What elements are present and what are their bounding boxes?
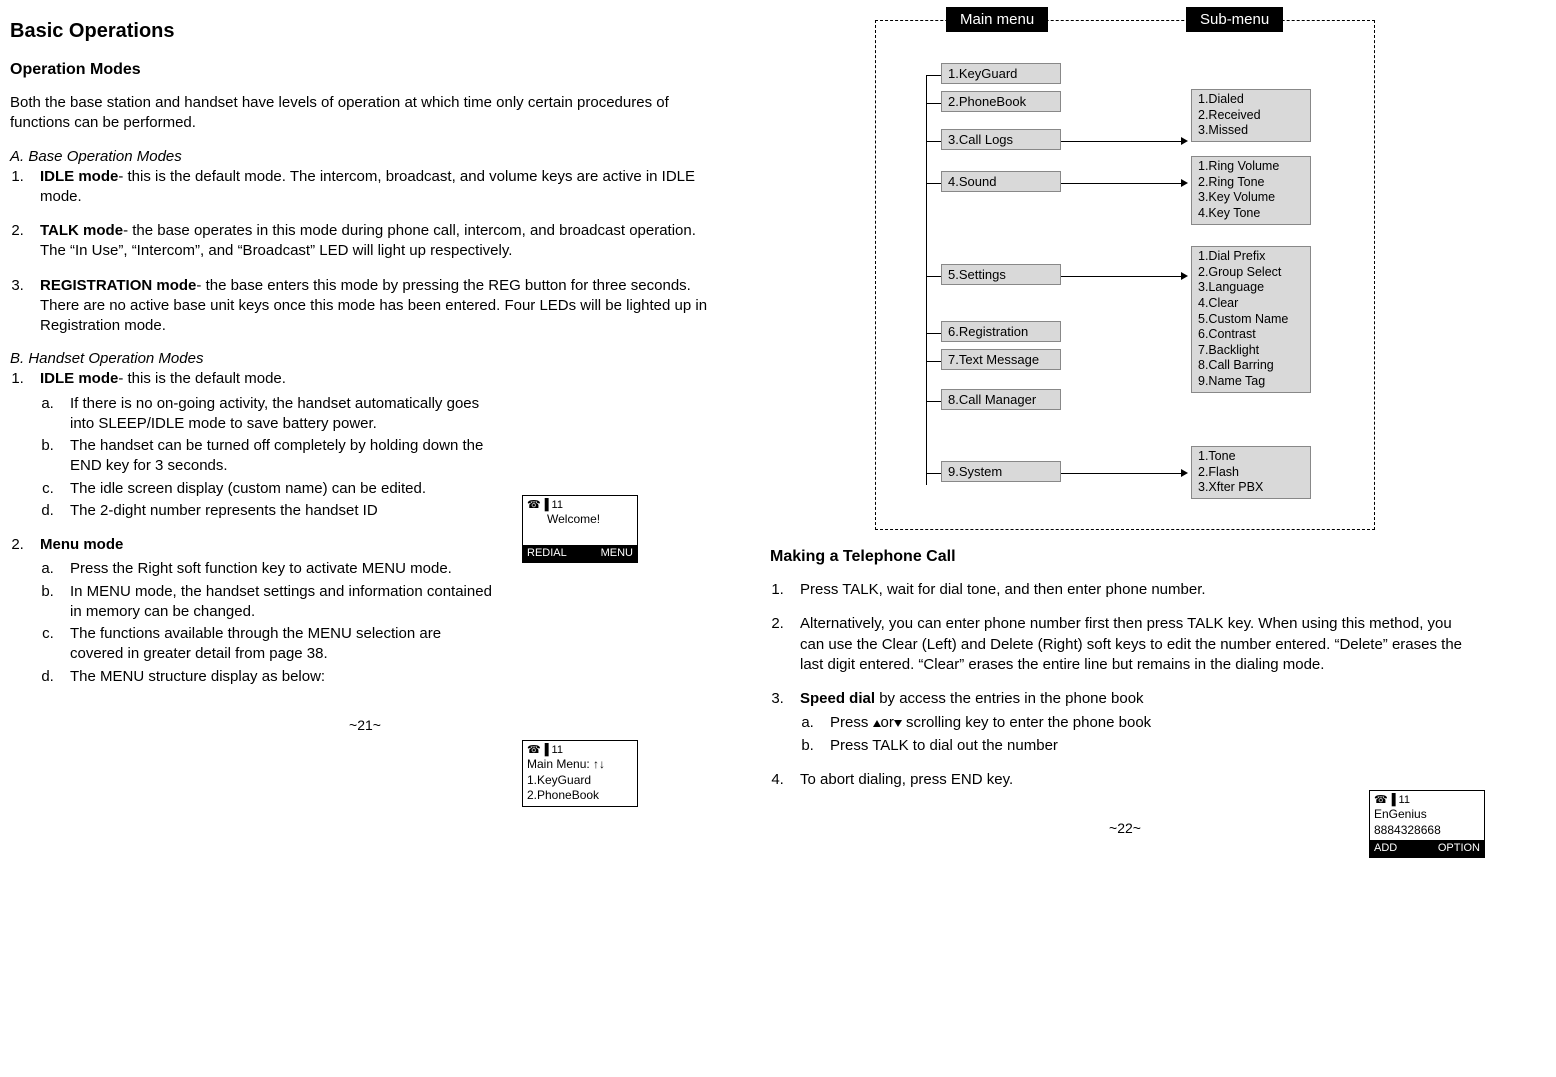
lcd-idle-softkey-left: REDIAL bbox=[527, 546, 567, 560]
conn-line bbox=[926, 361, 941, 362]
arrow-line bbox=[1061, 141, 1181, 142]
sub-system: 1.Tone 2.Flash 3.Xfter PBX bbox=[1191, 446, 1311, 499]
making-call-step3b: Press TALK to dial out the number bbox=[818, 736, 1248, 756]
lcd-idle-welcome: Welcome! bbox=[527, 512, 633, 528]
handset-idle-d: The 2-dight number represents the handse… bbox=[58, 501, 498, 521]
lcd-idle-softkey-right: MENU bbox=[601, 546, 633, 560]
arrowhead-icon bbox=[1181, 272, 1188, 280]
conn-line bbox=[926, 75, 941, 76]
conn-line bbox=[926, 103, 941, 104]
menu-structure-diagram: Main menu Sub-menu 1.KeyGuard 2.PhoneBoo… bbox=[875, 20, 1375, 530]
handset-idle-c: The idle screen display (custom name) ca… bbox=[58, 479, 498, 499]
handset-menu-b: In MENU mode, the handset settings and i… bbox=[58, 582, 498, 623]
conn-line bbox=[926, 473, 941, 474]
handset-idle-sublist: If there is no on-going activity, the ha… bbox=[58, 394, 498, 522]
page-number-21: ~21~ bbox=[10, 717, 720, 733]
arrowhead-icon bbox=[1181, 179, 1188, 187]
lcd-menu-screen: ☎▐ 11 Main Menu: ↑↓ 1.KeyGuard 2.PhoneBo… bbox=[522, 740, 638, 807]
sub-sound: 1.Ring Volume 2.Ring Tone 3.Key Volume 4… bbox=[1191, 156, 1311, 225]
section-heading-making-call: Making a Telephone Call bbox=[770, 548, 1480, 566]
handset-idle-a: If there is no on-going activity, the ha… bbox=[58, 394, 498, 435]
handset-menu-a: Press the Right soft function key to act… bbox=[58, 559, 498, 579]
main-item-system: 9.System bbox=[941, 461, 1061, 482]
making-call-step1: Press TALK, wait for dial tone, and then… bbox=[788, 580, 1480, 600]
conn-line bbox=[926, 183, 941, 184]
handset-menu-c: The functions available through the MENU… bbox=[58, 624, 498, 665]
making-call-step3: Speed dial by access the entries in the … bbox=[788, 689, 1480, 756]
base-mode-registration: REGISTRATION mode- the base enters this … bbox=[28, 276, 720, 337]
conn-line bbox=[926, 401, 941, 402]
main-item-keyguard: 1.KeyGuard bbox=[941, 63, 1061, 84]
making-call-list: Press TALK, wait for dial tone, and then… bbox=[788, 580, 1480, 790]
scroll-up-icon bbox=[873, 720, 881, 727]
handset-modes-heading: B. Handset Operation Modes bbox=[10, 350, 720, 367]
main-item-textmessage: 7.Text Message bbox=[941, 349, 1061, 370]
diagram-vline bbox=[926, 75, 927, 485]
sub-menu-tab: Sub-menu bbox=[1186, 7, 1283, 32]
page-22: Main menu Sub-menu 1.KeyGuard 2.PhoneBoo… bbox=[770, 20, 1480, 836]
handset-idle-b: The handset can be turned off completely… bbox=[58, 436, 498, 477]
lcd-menu-line3: 1.KeyGuard bbox=[527, 773, 633, 789]
lcd-idle-screen: ☎▐ 11 Welcome! REDIAL MENU bbox=[522, 495, 638, 563]
lcd-dial-screen: ☎▐ 11 EnGenius 8884328668 ADD OPTION bbox=[1369, 790, 1485, 858]
handset-menu-sublist: Press the Right soft function key to act… bbox=[58, 559, 498, 687]
page-21: Basic Operations Operation Modes Both th… bbox=[10, 20, 720, 836]
sub-settings: 1.Dial Prefix 2.Group Select 3.Language … bbox=[1191, 246, 1311, 393]
conn-line bbox=[926, 333, 941, 334]
main-item-registration: 6.Registration bbox=[941, 321, 1061, 342]
lcd-menu-title: Main Menu: ↑↓ bbox=[527, 757, 633, 773]
scroll-down-icon bbox=[894, 720, 902, 727]
page-title: Basic Operations bbox=[10, 20, 720, 43]
main-item-calllogs: 3.Call Logs bbox=[941, 129, 1061, 150]
lcd-dial-icons: ☎▐ 11 bbox=[1374, 793, 1480, 807]
main-item-callmanager: 8.Call Manager bbox=[941, 389, 1061, 410]
base-modes-heading: A. Base Operation Modes bbox=[10, 148, 720, 165]
lcd-dial-softkey-right: OPTION bbox=[1438, 841, 1480, 855]
base-modes-list: IDLE mode- this is the default mode. The… bbox=[28, 167, 720, 337]
making-call-step2: Alternatively, you can enter phone numbe… bbox=[788, 614, 1480, 675]
base-mode-idle: IDLE mode- this is the default mode. The… bbox=[28, 167, 720, 208]
lcd-idle-icons: ☎▐ 11 bbox=[527, 498, 633, 512]
lcd-dial-softkey-left: ADD bbox=[1374, 841, 1397, 855]
intro-paragraph: Both the base station and handset have l… bbox=[10, 93, 720, 134]
conn-line bbox=[926, 276, 941, 277]
main-menu-tab: Main menu bbox=[946, 7, 1048, 32]
lcd-dial-number: 8884328668 bbox=[1374, 823, 1480, 839]
main-item-phonebook: 2.PhoneBook bbox=[941, 91, 1061, 112]
sub-calllogs: 1.Dialed 2.Received 3.Missed bbox=[1191, 89, 1311, 142]
section-heading-operation-modes: Operation Modes bbox=[10, 61, 720, 79]
conn-line bbox=[926, 141, 941, 142]
base-mode-talk: TALK mode- the base operates in this mod… bbox=[28, 221, 720, 262]
arrowhead-icon bbox=[1181, 469, 1188, 477]
making-call-step4: To abort dialing, press END key. bbox=[788, 770, 1480, 790]
arrow-line bbox=[1061, 183, 1181, 184]
arrow-line bbox=[1061, 276, 1181, 277]
handset-menu-d: The MENU structure display as below: bbox=[58, 667, 498, 687]
lcd-menu-line4: 2.PhoneBook bbox=[527, 788, 633, 804]
main-item-settings: 5.Settings bbox=[941, 264, 1061, 285]
arrow-line bbox=[1061, 473, 1181, 474]
lcd-menu-icons: ☎▐ 11 bbox=[527, 743, 633, 757]
main-item-sound: 4.Sound bbox=[941, 171, 1061, 192]
making-call-step3a: Press or scrolling key to enter the phon… bbox=[818, 713, 1248, 733]
arrowhead-icon bbox=[1181, 137, 1188, 145]
lcd-dial-name: EnGenius bbox=[1374, 807, 1480, 823]
